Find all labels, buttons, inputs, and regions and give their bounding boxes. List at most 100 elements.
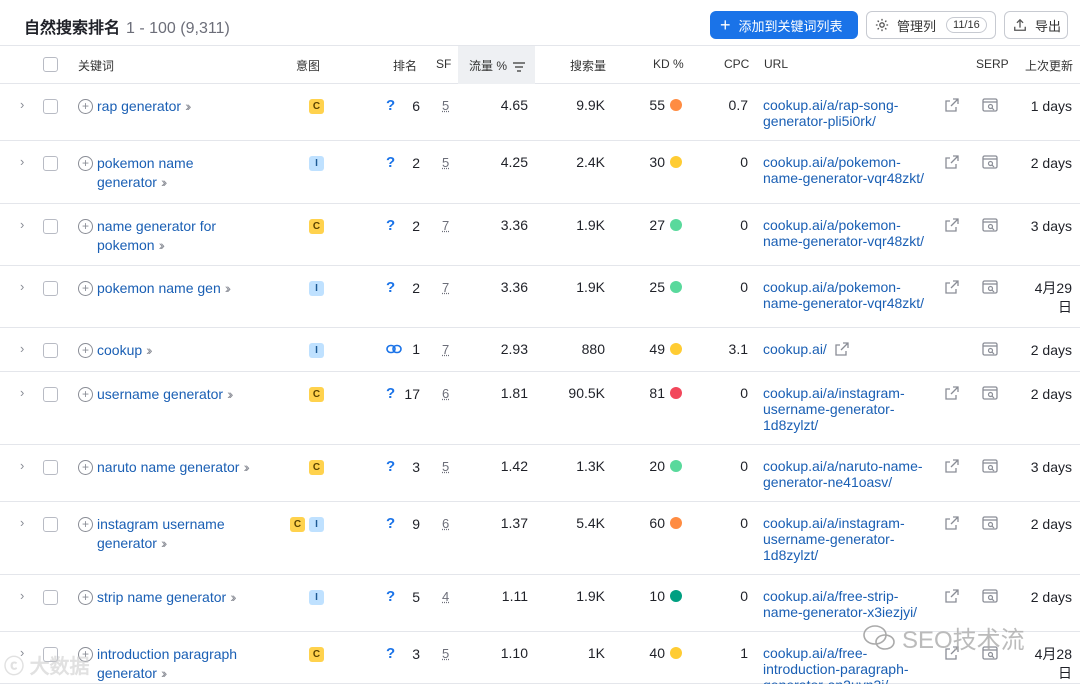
add-to-keyword-list-button[interactable]: + 添加到关键词列表 (710, 11, 858, 39)
row-checkbox[interactable] (43, 156, 58, 171)
external-link-icon[interactable] (945, 589, 959, 603)
add-keyword-icon[interactable]: + (78, 387, 93, 402)
ranking-url-link[interactable]: cookup.ai/a/rap-song- generator-pli5i0rk… (763, 97, 898, 129)
table-row[interactable]: › + pokemon name generator ›› I ? 2 5 4.25… (0, 141, 1080, 204)
serp-snapshot-icon[interactable] (982, 280, 998, 294)
external-link-icon[interactable] (945, 280, 959, 294)
expand-row-chevron-icon[interactable]: › (20, 154, 24, 169)
table-row[interactable]: › + name generator for pokemon ›› C ? 2 7 … (0, 204, 1080, 266)
expand-row-chevron-icon[interactable]: › (20, 279, 24, 294)
ranking-url-link[interactable]: cookup.ai/a/pokemon- name-generator-vqr4… (763, 154, 924, 186)
rank-value: 5 (412, 589, 420, 605)
column-url[interactable]: URL (764, 57, 788, 71)
add-keyword-icon[interactable]: + (78, 99, 93, 114)
row-checkbox[interactable] (43, 281, 58, 296)
row-checkbox[interactable] (43, 460, 58, 475)
column-serp[interactable]: SERP (976, 57, 1009, 71)
keyword-link[interactable]: pokemon name gen ›› (97, 279, 228, 298)
ranking-url-link[interactable]: cookup.ai/a/instagram- username-generato… (763, 515, 905, 563)
serp-snapshot-icon[interactable] (982, 98, 998, 112)
select-all-checkbox[interactable] (43, 57, 58, 72)
add-keyword-icon[interactable]: + (78, 343, 93, 358)
expand-row-chevron-icon[interactable]: › (20, 458, 24, 473)
column-keyword[interactable]: 关键词 (78, 57, 114, 74)
serp-features-count[interactable]: 7 (442, 280, 449, 295)
serp-snapshot-icon[interactable] (982, 516, 998, 530)
expand-row-chevron-icon[interactable]: › (20, 217, 24, 232)
external-link-icon[interactable] (835, 342, 849, 356)
row-checkbox[interactable] (43, 219, 58, 234)
ranking-url-link[interactable]: cookup.ai/a/pokemon- name-generator-vqr4… (763, 279, 924, 311)
export-button[interactable]: 导出 (1004, 11, 1068, 39)
rank-value: 17 (404, 386, 420, 402)
keyword-link[interactable]: username generator ›› (97, 385, 230, 404)
serp-features-count[interactable]: 5 (442, 98, 449, 113)
expand-row-chevron-icon[interactable]: › (20, 97, 24, 112)
keyword-link[interactable]: name generator for pokemon ›› (97, 217, 216, 255)
expand-row-chevron-icon[interactable]: › (20, 341, 24, 356)
serp-snapshot-icon[interactable] (982, 218, 998, 232)
ranking-url-link[interactable]: cookup.ai/a/naruto-name- generator-ne41o… (763, 458, 923, 490)
ranking-url-link[interactable]: cookup.ai/a/pokemon- name-generator-vqr4… (763, 217, 924, 249)
add-keyword-icon[interactable]: + (78, 517, 93, 532)
add-keyword-icon[interactable]: + (78, 281, 93, 296)
row-checkbox[interactable] (43, 517, 58, 532)
serp-features-count[interactable]: 7 (442, 342, 449, 357)
external-link-icon[interactable] (945, 459, 959, 473)
add-keyword-icon[interactable]: + (78, 460, 93, 475)
serp-snapshot-icon[interactable] (982, 342, 998, 356)
table-row[interactable]: › + instagram username generator ›› CI ? 9… (0, 502, 1080, 575)
keyword-link[interactable]: cookup ›› (97, 341, 149, 360)
column-traffic[interactable]: 流量 % (469, 57, 525, 74)
column-updated[interactable]: 上次更新 (1025, 57, 1073, 74)
column-kd[interactable]: KD % (653, 57, 684, 71)
serp-snapshot-icon[interactable] (982, 589, 998, 603)
row-checkbox[interactable] (43, 590, 58, 605)
table-row[interactable]: › + rap generator ›› C ? 6 5 4.65 9.9K 55 … (0, 84, 1080, 141)
serp-features-count[interactable]: 6 (442, 386, 449, 401)
external-link-icon[interactable] (945, 155, 959, 169)
column-intent[interactable]: 意图 (296, 57, 320, 74)
external-link-icon[interactable] (945, 516, 959, 530)
row-checkbox[interactable] (43, 343, 58, 358)
keyword-link[interactable]: strip name generator ›› (97, 588, 234, 607)
table-row[interactable]: › + cookup ›› I 1 7 2.93 880 49 3.1 cooku… (0, 328, 1080, 372)
external-link-icon[interactable] (945, 218, 959, 232)
expand-row-chevron-icon[interactable]: › (20, 385, 24, 400)
serp-snapshot-icon[interactable] (982, 459, 998, 473)
column-sf[interactable]: SF (436, 57, 451, 71)
row-checkbox[interactable] (43, 99, 58, 114)
table-row[interactable]: › + username generator ›› C ? 17 6 1.81 90… (0, 372, 1080, 445)
keyword-link[interactable]: instagram username generator ›› (97, 515, 225, 553)
manage-columns-button[interactable]: 管理列 11/16 (866, 11, 996, 39)
column-cpc[interactable]: CPC (724, 57, 749, 71)
add-keyword-icon[interactable]: + (78, 219, 93, 234)
ranking-url-link[interactable]: cookup.ai/a/instagram- username-generato… (763, 385, 905, 433)
keyword-link[interactable]: introduction paragraph generator ›› (97, 645, 237, 683)
serp-snapshot-icon[interactable] (982, 155, 998, 169)
serp-features-count[interactable]: 5 (442, 646, 449, 661)
serp-snapshot-icon[interactable] (982, 386, 998, 400)
column-volume[interactable]: 搜索量 (570, 57, 606, 74)
serp-features-count[interactable]: 7 (442, 218, 449, 233)
ranking-url-link[interactable]: cookup.ai/a/free-strip- name-generator-x… (763, 588, 917, 620)
expand-row-chevron-icon[interactable]: › (20, 515, 24, 530)
add-keyword-icon[interactable]: + (78, 156, 93, 171)
table-row[interactable]: › + pokemon name gen ›› I ? 2 7 3.36 1.9K … (0, 266, 1080, 328)
keyword-link[interactable]: naruto name generator ›› (97, 458, 247, 477)
expand-row-chevron-icon[interactable]: › (20, 588, 24, 603)
external-link-icon[interactable] (945, 386, 959, 400)
ranking-url-link[interactable]: cookup.ai/ (763, 341, 827, 357)
column-rank[interactable]: 排名 (393, 57, 417, 74)
serp-features-count[interactable]: 6 (442, 516, 449, 531)
table-row[interactable]: › + naruto name generator ›› C ? 3 5 1.42 … (0, 445, 1080, 502)
keyword-link[interactable]: rap generator ›› (97, 97, 188, 116)
external-link-icon[interactable] (945, 98, 959, 112)
add-keyword-icon[interactable]: + (78, 590, 93, 605)
keyword-text: cookup (97, 342, 142, 358)
serp-features-count[interactable]: 5 (442, 155, 449, 170)
row-checkbox[interactable] (43, 387, 58, 402)
keyword-link[interactable]: pokemon name generator ›› (97, 154, 194, 192)
serp-features-count[interactable]: 5 (442, 459, 449, 474)
serp-features-count[interactable]: 4 (442, 589, 449, 604)
